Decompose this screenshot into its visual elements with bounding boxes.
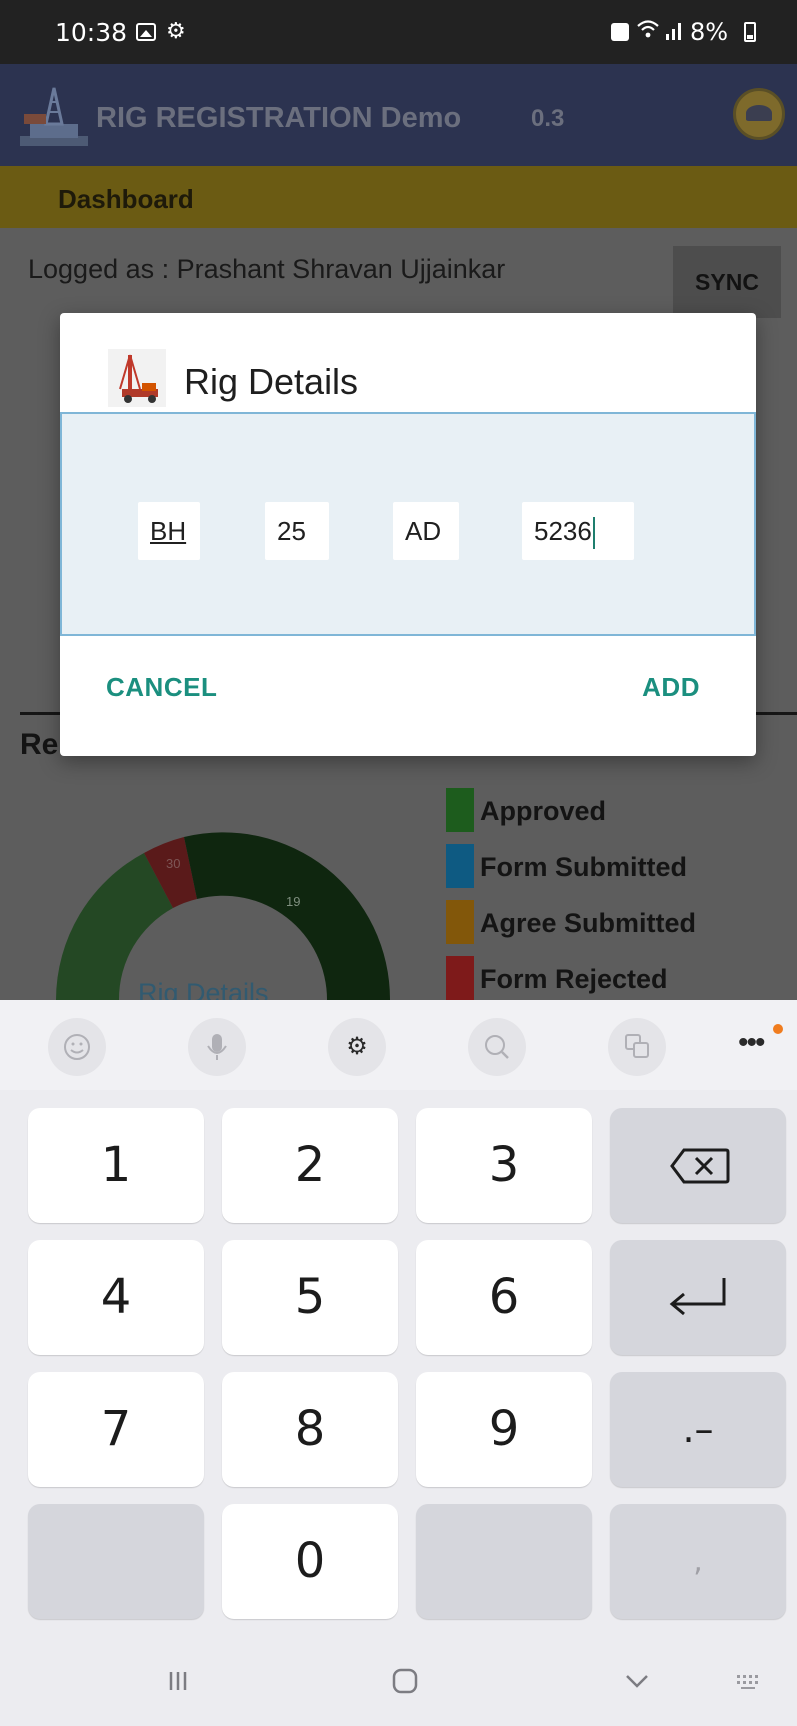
key-9[interactable]: 9 [416, 1372, 592, 1487]
battery-icon [744, 22, 756, 42]
status-donut-chart: 30 19 Rig Details [48, 818, 398, 1008]
rig-logo-icon [20, 84, 88, 150]
search-icon[interactable] [468, 1018, 526, 1076]
key-4[interactable]: 4 [28, 1240, 204, 1355]
slice-label-30: 30 [166, 856, 180, 871]
mic-icon[interactable] [188, 1018, 246, 1076]
app-title: RIG REGISTRATION Demo [96, 102, 462, 134]
notification-dot [773, 1024, 783, 1034]
backspace-icon [670, 1148, 730, 1184]
translate-icon[interactable] [608, 1018, 666, 1076]
blank-key [416, 1504, 592, 1619]
wifi-icon [636, 18, 660, 46]
drilling-rig-icon [108, 349, 166, 407]
signal-icon [664, 20, 684, 47]
enter-icon [669, 1278, 726, 1316]
legend-label: Agree Submitted [480, 908, 697, 938]
hide-keyboard-icon[interactable] [622, 1666, 652, 1704]
key-3[interactable]: 3 [416, 1108, 592, 1223]
page-title: Dashboard [58, 184, 194, 214]
comma-key[interactable]: , [610, 1504, 786, 1619]
district-code-field[interactable]: 25 [265, 502, 329, 560]
slice-label-19: 19 [286, 894, 300, 909]
logged-as-text: Logged as : Prashant Shravan Ujjainkar [28, 254, 506, 284]
blank-key [28, 1504, 204, 1619]
legend-swatch [446, 900, 474, 944]
cancel-button[interactable]: CANCEL [106, 672, 217, 703]
navigation-bar [0, 1650, 797, 1726]
key-6[interactable]: 6 [416, 1240, 592, 1355]
keyboard-toolbar: ⚙ ••• [0, 1000, 797, 1090]
app-version: 0.3 [531, 105, 565, 132]
rig-details-dialog: Rig Details BH 25 AD 5236 CANCEL ADD [60, 313, 756, 756]
chart-center-label: Rig Details [138, 978, 269, 1000]
text-cursor [592, 517, 595, 550]
keyboard-icon[interactable] [734, 1666, 764, 1704]
dialog-actions: CANCEL ADD [60, 636, 756, 756]
legend-swatch [446, 956, 474, 1000]
enter-key[interactable] [610, 1240, 786, 1355]
dashboard-header: Dashboard [0, 166, 797, 228]
more-icon[interactable]: ••• [738, 1026, 765, 1060]
lock-icon [611, 23, 629, 41]
registration-number-group: BH 25 AD 5236 [60, 412, 756, 636]
battery-percent: 8% [690, 18, 729, 46]
section-title: Re [20, 728, 59, 761]
donut-segment-approved-right [184, 832, 391, 1000]
status-bar: 10:38 ⚙ 8% [0, 0, 797, 64]
home-icon[interactable] [390, 1666, 420, 1704]
state-code-field[interactable]: BH [138, 502, 200, 560]
key-0[interactable]: 0 [222, 1504, 398, 1619]
emoji-icon[interactable] [48, 1018, 106, 1076]
gallery-icon [136, 23, 156, 41]
add-button[interactable]: ADD [642, 672, 700, 703]
numeric-keyboard: 1 2 3 4 5 6 7 8 9 .– 0 , [0, 1090, 797, 1650]
recent-apps-icon[interactable] [163, 1666, 193, 1704]
number-field-value: 5236 [534, 516, 592, 546]
number-field[interactable]: 5236 [522, 502, 634, 560]
key-7[interactable]: 7 [28, 1372, 204, 1487]
sync-button[interactable]: SYNC [673, 246, 781, 318]
legend-label: Form Submitted [480, 852, 687, 882]
key-1[interactable]: 1 [28, 1108, 204, 1223]
series-code-field[interactable]: AD [393, 502, 459, 560]
avatar[interactable] [733, 88, 785, 140]
key-5[interactable]: 5 [222, 1240, 398, 1355]
gear-icon: ⚙ [166, 18, 186, 43]
app-bar: RIG REGISTRATION Demo 0.3 [0, 64, 797, 166]
status-time: 10:38 [55, 18, 128, 47]
key-2[interactable]: 2 [222, 1108, 398, 1223]
legend-swatch [446, 844, 474, 888]
backspace-key[interactable] [610, 1108, 786, 1223]
legend-label: Approved [480, 796, 607, 826]
legend-label: Form Rejected [480, 964, 668, 994]
legend-swatch [446, 788, 474, 832]
dialog-title: Rig Details [184, 361, 359, 402]
settings-icon[interactable]: ⚙ [328, 1018, 386, 1076]
dot-dash-key[interactable]: .– [610, 1372, 786, 1487]
key-8[interactable]: 8 [222, 1372, 398, 1487]
